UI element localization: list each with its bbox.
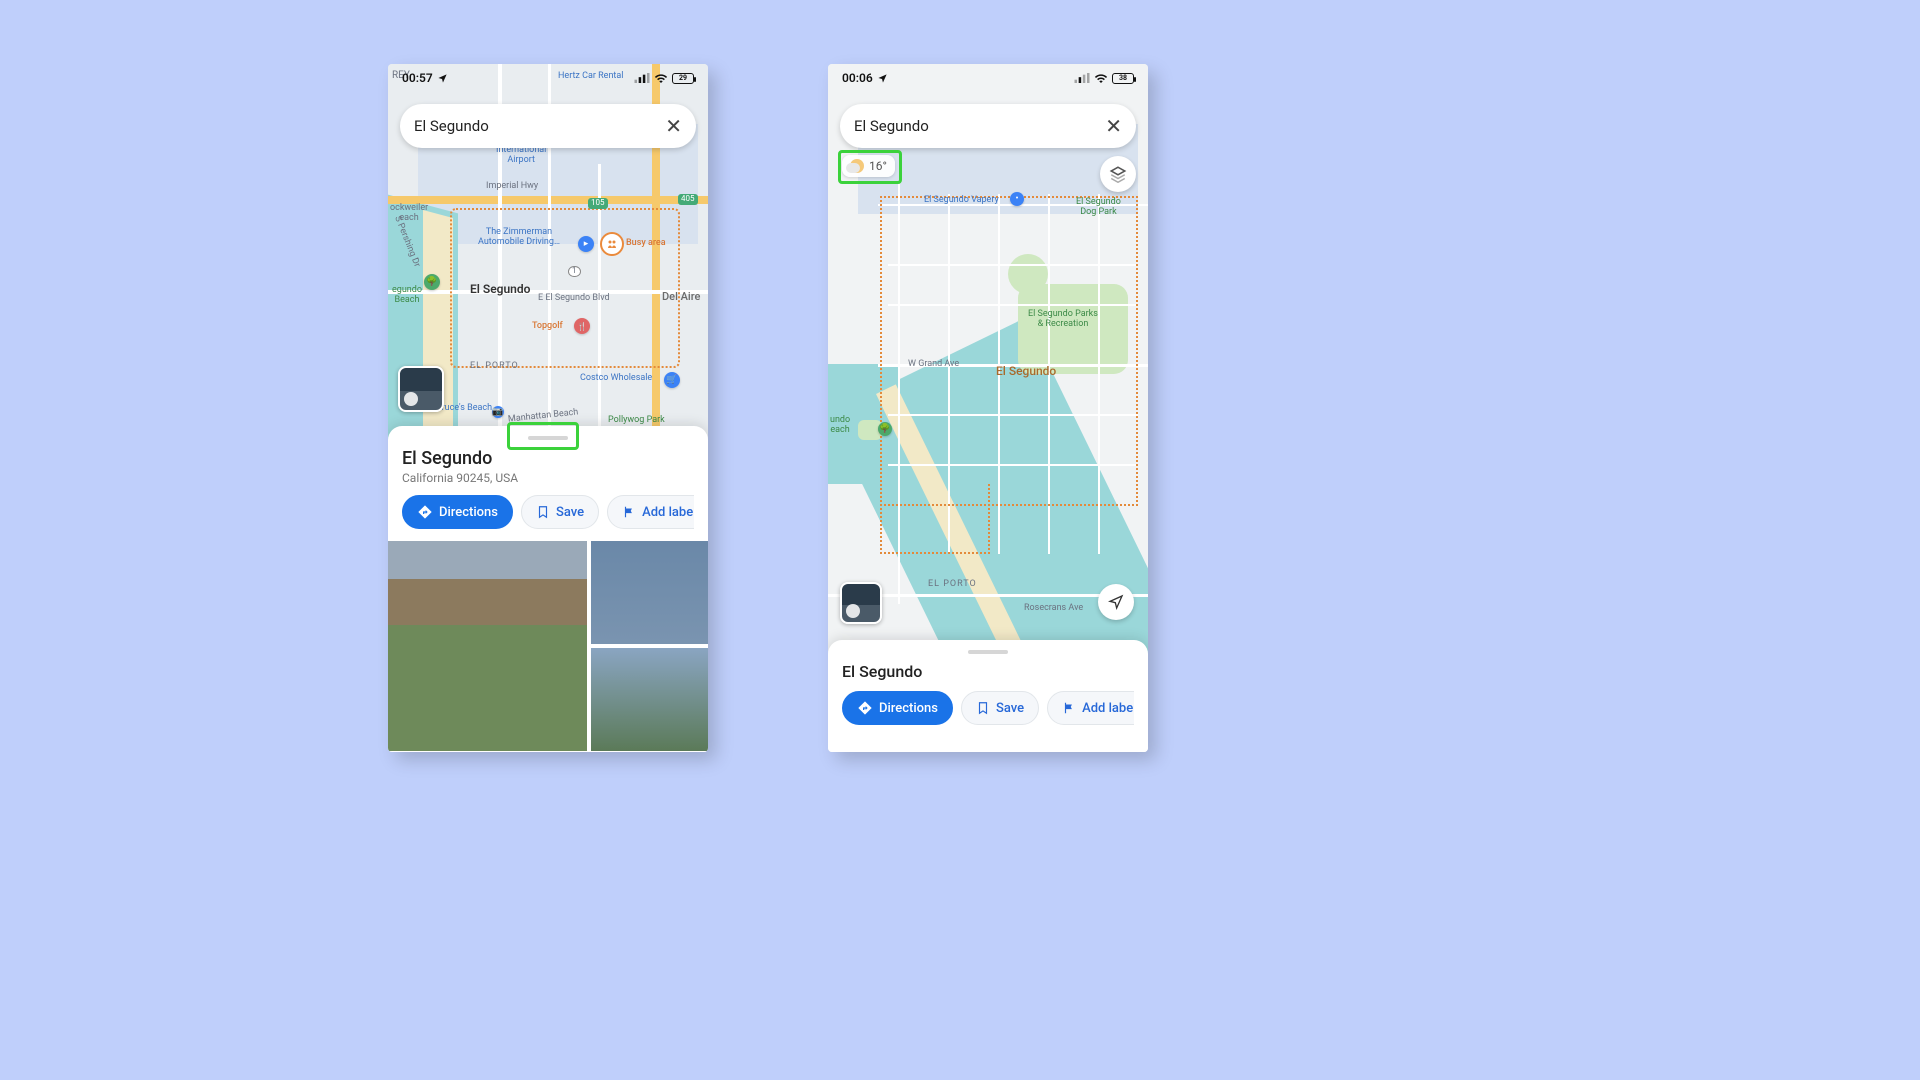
pin-vapery[interactable]: •	[1010, 192, 1024, 206]
label-delaire: Del Aire	[662, 290, 700, 303]
label-elporto: EL PORTO	[470, 362, 519, 372]
bookmark-icon	[536, 505, 550, 519]
battery-icon: 29	[672, 73, 694, 84]
shield-105: 105	[588, 198, 608, 209]
action-row: Directions Save Add label	[842, 691, 1134, 725]
add-label-button[interactable]: Add label	[607, 495, 694, 529]
street-view-thumb[interactable]	[398, 366, 444, 412]
pin-topgolf[interactable]: 🍴	[574, 318, 590, 334]
label-imperial: Imperial Hwy	[486, 182, 538, 192]
wifi-icon	[1094, 73, 1108, 83]
flag-icon	[622, 505, 636, 519]
label-rosecrans: Rosecrans Ave	[1024, 604, 1083, 614]
recenter-button[interactable]	[1098, 584, 1134, 620]
label-undo-beach: undo each	[830, 416, 850, 436]
add-label-button[interactable]: Add label	[1047, 691, 1134, 725]
clear-search-icon[interactable]: ✕	[665, 116, 682, 136]
search-text: El Segundo	[414, 117, 665, 135]
location-arrow-icon	[877, 73, 888, 84]
bookmark-icon	[976, 701, 990, 715]
photo-3[interactable]	[591, 648, 708, 751]
label-grand: W Grand Ave	[908, 360, 959, 370]
directions-icon	[857, 700, 873, 716]
label-airport: International Airport	[496, 146, 546, 166]
status-bar: 00:57 29	[388, 64, 708, 88]
status-time: 00:06	[842, 71, 873, 85]
label-topgolf: Topgolf	[532, 322, 563, 332]
place-title: El Segundo	[402, 448, 694, 469]
status-bar: 00:06 38	[828, 64, 1148, 88]
signal-icon	[634, 73, 650, 83]
place-title: El Segundo	[842, 662, 1134, 681]
search-text: El Segundo	[854, 117, 1105, 135]
shield-405: 405	[678, 194, 698, 205]
label-costco: Costco Wholesale	[580, 374, 652, 384]
layers-button[interactable]	[1100, 156, 1136, 192]
pin-zimmerman[interactable]: ▸	[578, 236, 594, 252]
label-vapery: El Segundo Vapery	[924, 196, 999, 206]
search-bar[interactable]: El Segundo ✕	[400, 104, 696, 148]
pin-costco[interactable]: 🛒	[664, 372, 680, 388]
place-subtitle: California 90245, USA	[402, 471, 694, 485]
search-bar[interactable]: El Segundo ✕	[840, 104, 1136, 148]
busy-area-pin[interactable]: Busy area	[600, 232, 666, 256]
city-label: El Segundo	[470, 282, 530, 296]
label-zimmerman: The Zimmerman Automobile Driving…	[478, 228, 560, 248]
place-sheet[interactable]: El Segundo Directions Save Add label	[828, 640, 1148, 752]
tutorial-highlight-weather	[838, 150, 902, 184]
photo-carousel[interactable]	[388, 541, 708, 751]
label-dogpark: El Segundo Dog Park	[1076, 198, 1121, 218]
save-button[interactable]: Save	[521, 495, 599, 529]
phone-left: REY Hertz Car Rental International Airpo…	[388, 64, 708, 752]
street-view-thumb[interactable]	[840, 582, 882, 624]
label-parks: El Segundo Parks & Recreation	[1028, 310, 1098, 330]
wifi-icon	[654, 73, 668, 83]
pin-beach[interactable]: 🌳	[878, 422, 892, 436]
shield-1: 1	[568, 266, 581, 277]
battery-icon: 38	[1112, 73, 1134, 84]
place-sheet[interactable]: El Segundo California 90245, USA Directi…	[388, 426, 708, 752]
pin-beach[interactable]: 🌳	[424, 274, 440, 290]
layers-icon	[1109, 165, 1127, 183]
location-arrow-icon	[437, 73, 448, 84]
phone-right: • El Segundo Vapery El Segundo Dog Park …	[828, 64, 1148, 752]
photo-1[interactable]	[388, 541, 587, 751]
clear-search-icon[interactable]: ✕	[1105, 116, 1122, 136]
directions-icon	[417, 504, 433, 520]
status-time: 00:57	[402, 71, 433, 85]
signal-icon	[1074, 73, 1090, 83]
directions-button[interactable]: Directions	[402, 495, 513, 529]
sheet-grabber[interactable]	[968, 650, 1008, 654]
photo-2[interactable]	[591, 541, 708, 644]
label-seg-beach: egundo Beach	[392, 286, 422, 306]
directions-button[interactable]: Directions	[842, 691, 953, 725]
location-arrow-icon	[1108, 594, 1124, 610]
save-button[interactable]: Save	[961, 691, 1039, 725]
label-bruces: Bruce's Beach	[436, 404, 492, 414]
flag-icon	[1062, 701, 1076, 715]
pin-photo[interactable]: 📷	[492, 406, 504, 418]
label-pollywog: Pollywog Park	[608, 416, 665, 426]
action-row: Directions Save Add label	[402, 495, 694, 529]
label-blvd: E El Segundo Blvd	[538, 294, 610, 304]
tutorial-highlight-grabber	[507, 422, 579, 450]
city-label: El Segundo	[996, 364, 1056, 378]
label-elporto: EL PORTO	[928, 580, 977, 590]
label-dockweiler: ockweiler each	[390, 204, 428, 224]
